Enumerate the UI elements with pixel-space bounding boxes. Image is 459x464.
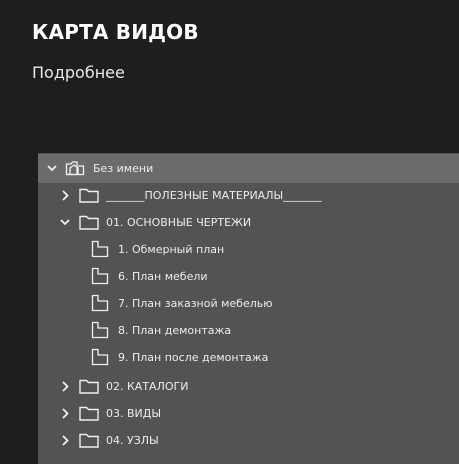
- tree-view-item[interactable]: 6. План мебели: [38, 263, 459, 290]
- chevron-right-icon[interactable]: [58, 189, 72, 203]
- tree-view-item[interactable]: 9. План после демонтажа: [38, 344, 459, 371]
- floor-plan-view-icon: [91, 348, 111, 366]
- folder-icon: [79, 432, 99, 448]
- floor-plan-view-icon: [91, 294, 111, 312]
- tree-folder-catalogs[interactable]: 02. КАТАЛОГИ: [38, 373, 459, 400]
- tree-view-label: 9. План после демонтажа: [118, 351, 269, 364]
- tree-view-label: 6. План мебели: [118, 270, 208, 283]
- more-link[interactable]: Подробнее: [32, 63, 125, 82]
- tree-folder-main-drawings[interactable]: 01. ОСНОВНЫЕ ЧЕРТЕЖИ: [38, 209, 459, 236]
- tree-view-item[interactable]: 8. План демонтажа: [38, 317, 459, 344]
- tree-folder-label: 04. УЗЛЫ: [106, 434, 159, 447]
- document-group-icon: [65, 160, 85, 176]
- folder-icon: [79, 405, 99, 421]
- tree-view-item[interactable]: 1. Обмерный план: [38, 236, 459, 263]
- tree-folder-useful-materials[interactable]: _______ПОЛЕЗНЫЕ МАТЕРИАЛЫ_______: [38, 182, 459, 209]
- views-tree-panel: Без имени _______ПОЛЕЗНЫЕ МАТЕРИАЛЫ_____…: [38, 153, 459, 464]
- floor-plan-view-icon: [91, 321, 111, 339]
- tree-view-item[interactable]: 7. План заказной мебелью: [38, 290, 459, 317]
- folder-icon: [79, 214, 99, 230]
- floor-plan-view-icon: [91, 240, 111, 258]
- tree-root-row[interactable]: Без имени: [38, 154, 459, 183]
- tree-folder-label: _______ПОЛЕЗНЫЕ МАТЕРИАЛЫ_______: [106, 189, 322, 202]
- chevron-right-icon[interactable]: [58, 407, 72, 421]
- tree-folder-views[interactable]: 03. ВИДЫ: [38, 400, 459, 427]
- tree-folder-label: 03. ВИДЫ: [106, 407, 162, 420]
- tree-root-label: Без имени: [93, 162, 154, 175]
- tree-view-label: 1. Обмерный план: [118, 243, 225, 256]
- chevron-down-icon[interactable]: [45, 162, 59, 176]
- chevron-right-icon[interactable]: [58, 380, 72, 394]
- tree-folder-label: 02. КАТАЛОГИ: [106, 380, 189, 393]
- tree-view-label: 7. План заказной мебелью: [118, 297, 273, 310]
- tree-folder-nodes[interactable]: 04. УЗЛЫ: [38, 427, 459, 454]
- chevron-down-icon[interactable]: [58, 216, 72, 230]
- tree-view-label: 8. План демонтажа: [118, 324, 232, 337]
- folder-icon: [79, 187, 99, 203]
- floor-plan-view-icon: [91, 267, 111, 285]
- card-title: КАРТА ВИДОВ: [32, 20, 199, 44]
- chevron-right-icon[interactable]: [58, 434, 72, 448]
- folder-icon: [79, 378, 99, 394]
- tree-folder-label: 01. ОСНОВНЫЕ ЧЕРТЕЖИ: [106, 216, 252, 229]
